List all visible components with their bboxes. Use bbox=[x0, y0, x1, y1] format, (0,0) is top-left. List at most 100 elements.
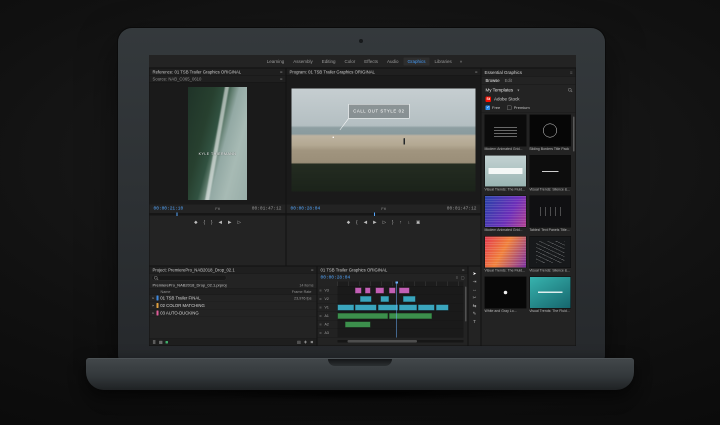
timeline-clip[interactable] bbox=[345, 322, 370, 328]
workspace-tab-editing[interactable]: Editing bbox=[318, 57, 340, 65]
timeline-clip[interactable] bbox=[378, 305, 398, 311]
template-card[interactable]: Tables! Text Panels Title... bbox=[529, 196, 571, 233]
track-select-tool-icon[interactable]: ⇥ bbox=[473, 280, 477, 285]
new-bin-icon[interactable]: ▤ bbox=[297, 340, 301, 345]
program-monitor-tab[interactable]: Program: 01 TSB Trailer Graphics ORIGINA… bbox=[290, 69, 375, 74]
step-forward-icon[interactable]: ▷ bbox=[383, 219, 386, 225]
tab-browse[interactable]: Browse bbox=[486, 78, 500, 83]
mark-in-icon[interactable]: { bbox=[204, 220, 206, 225]
track-lane-v2[interactable] bbox=[338, 295, 464, 304]
timeline-vertical-scrollbar[interactable] bbox=[465, 287, 467, 322]
source-scrubber-playhead[interactable] bbox=[177, 213, 178, 217]
selection-tool-icon[interactable]: ➤ bbox=[473, 272, 477, 277]
column-name[interactable]: Name bbox=[150, 289, 171, 294]
workspace-overflow-icon[interactable]: » bbox=[460, 59, 463, 64]
step-back-icon[interactable]: ◀ bbox=[364, 219, 367, 225]
workspace-tab-color[interactable]: Color bbox=[341, 57, 360, 65]
templates-dropdown[interactable]: My Templates ▾ bbox=[486, 85, 520, 94]
template-card[interactable]: Visual Trends: The Fluid... bbox=[485, 236, 527, 273]
timeline-clip[interactable] bbox=[338, 305, 354, 311]
template-card[interactable]: White and Gray Lo... bbox=[485, 277, 527, 314]
template-card[interactable]: Modern Animated Grid... bbox=[485, 115, 527, 152]
timeline-clip[interactable] bbox=[355, 305, 376, 311]
project-root-row[interactable]: PremierePro_NAB2018_Drop_02.1.prproj 14 … bbox=[150, 282, 317, 289]
timeline-lanes[interactable] bbox=[338, 287, 464, 338]
timeline-clip[interactable] bbox=[338, 313, 388, 319]
timeline-clip[interactable] bbox=[389, 288, 395, 294]
mark-out-icon[interactable]: } bbox=[211, 220, 213, 225]
checkbox-free[interactable] bbox=[486, 106, 491, 111]
timeline-panel-menu-icon[interactable]: ≡ bbox=[462, 267, 465, 272]
list-view-icon[interactable]: ≣ bbox=[153, 340, 156, 345]
source-panel-menu-icon[interactable]: ≡ bbox=[280, 76, 283, 81]
reference-panel-menu-icon[interactable]: ≡ bbox=[280, 69, 283, 74]
go-to-out-icon[interactable]: } bbox=[392, 220, 394, 225]
essential-graphics-menu-icon[interactable]: ≡ bbox=[570, 70, 573, 75]
timeline-clip[interactable] bbox=[355, 288, 361, 294]
play-icon[interactable]: ▶ bbox=[228, 219, 231, 225]
track-header-a1[interactable]: A1 bbox=[318, 312, 338, 321]
essential-graphics-scrollbar[interactable] bbox=[573, 117, 575, 152]
lift-icon[interactable]: ↑ bbox=[400, 220, 402, 225]
step-forward-icon[interactable]: ▷ bbox=[237, 219, 240, 225]
checkbox-premium[interactable] bbox=[507, 106, 512, 111]
extract-icon[interactable]: ↓ bbox=[408, 220, 410, 225]
step-back-icon[interactable]: ◀ bbox=[219, 219, 222, 225]
timeline-tab[interactable]: 01 TSB Trailer Graphics ORIGINAL bbox=[321, 267, 388, 272]
template-card[interactable]: Visual Trends: Silence &... bbox=[529, 155, 571, 192]
program-scrubber-playhead[interactable] bbox=[374, 213, 375, 217]
nest-toggle-icon[interactable]: ▢ bbox=[461, 275, 465, 280]
track-header-v1[interactable]: V1 bbox=[318, 304, 338, 313]
adobe-stock-row[interactable]: St Adobe Stock bbox=[482, 95, 576, 104]
reference-monitor-tab[interactable]: Reference: 01 TSB Trailer Graphics ORIGI… bbox=[153, 69, 242, 74]
project-search-input[interactable] bbox=[152, 275, 227, 281]
template-card[interactable]: Modern Animated Grid... bbox=[485, 196, 527, 233]
program-video-viewport[interactable]: CALL OUT STYLE 02 bbox=[287, 76, 481, 205]
bin-caret-icon[interactable]: ▸ bbox=[153, 311, 155, 315]
export-frame-icon[interactable]: ▣ bbox=[416, 219, 420, 225]
timeline-clip[interactable] bbox=[436, 305, 449, 311]
column-frame-rate[interactable]: Frame Rate bbox=[292, 289, 317, 294]
add-marker-icon[interactable]: ◆ bbox=[347, 219, 350, 225]
bin-caret-icon[interactable]: ▸ bbox=[153, 296, 155, 300]
timeline-clip[interactable] bbox=[365, 288, 370, 294]
new-item-icon[interactable]: ✚ bbox=[304, 340, 307, 345]
source-video-viewport[interactable]: KYLE THIERMANN bbox=[150, 83, 286, 205]
timeline-scrollbar-thumb[interactable] bbox=[348, 340, 417, 343]
bin-caret-icon[interactable]: ▸ bbox=[153, 304, 155, 308]
workspace-tab-audio[interactable]: Audio bbox=[383, 57, 403, 65]
project-panel-menu-icon[interactable]: ≡ bbox=[311, 267, 314, 272]
timeline-clip[interactable] bbox=[399, 288, 409, 294]
timeline-clip[interactable] bbox=[360, 296, 371, 302]
source-zoom-select[interactable]: Fit bbox=[215, 206, 219, 211]
track-lane-v3[interactable] bbox=[338, 287, 464, 296]
razor-tool-icon[interactable]: ✂ bbox=[473, 296, 477, 301]
track-lane-a1[interactable] bbox=[338, 312, 464, 321]
track-lane-a2[interactable] bbox=[338, 321, 464, 330]
timeline-clip[interactable] bbox=[375, 288, 384, 294]
template-card[interactable]: Visual Trends: The Fluid... bbox=[529, 277, 571, 314]
timeline-clip[interactable] bbox=[380, 296, 389, 302]
timeline-clip[interactable] bbox=[399, 305, 417, 311]
project-row[interactable]: ▸01 TSB Trailer FINAL23,976 fps bbox=[150, 295, 317, 303]
program-scrubber[interactable] bbox=[287, 213, 481, 216]
project-panel-tab[interactable]: Project: PremierePro_NAB2018_Drop_02.1 bbox=[153, 267, 235, 272]
timeline-clip[interactable] bbox=[389, 313, 432, 319]
source-monitor-tab[interactable]: Source: NAB_C065_0610 bbox=[153, 76, 202, 81]
slip-tool-icon[interactable]: ⇆ bbox=[473, 304, 477, 309]
template-card[interactable]: Sliding Borders Title Pack bbox=[529, 115, 571, 152]
add-marker-icon[interactable]: ◆ bbox=[194, 219, 197, 225]
timeline-clip[interactable] bbox=[418, 305, 434, 311]
type-tool-icon[interactable]: T bbox=[473, 320, 476, 325]
timeline-horizontal-scrollbar[interactable] bbox=[338, 340, 464, 343]
source-scrubber[interactable] bbox=[150, 213, 286, 216]
track-lane-a3[interactable] bbox=[338, 329, 464, 338]
template-card[interactable]: Visual Trends: Silence &... bbox=[529, 236, 571, 273]
pen-tool-icon[interactable]: ✎ bbox=[473, 312, 477, 317]
filter-premium[interactable]: Premium bbox=[507, 106, 530, 111]
tab-edit[interactable]: Edit bbox=[505, 78, 512, 83]
track-header-v3[interactable]: V3 bbox=[318, 287, 338, 296]
icon-view-icon[interactable]: ▦ bbox=[159, 340, 163, 345]
search-icon[interactable] bbox=[568, 88, 572, 92]
track-header-v2[interactable]: V2 bbox=[318, 295, 338, 304]
